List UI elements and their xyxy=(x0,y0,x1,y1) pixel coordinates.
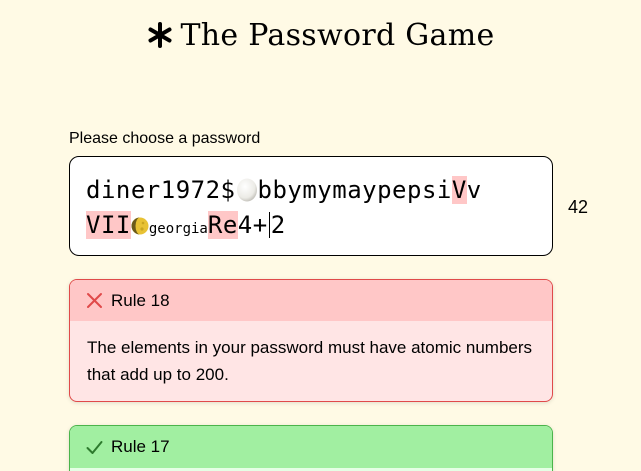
moon-icon xyxy=(131,217,149,235)
password-line-1: diner1972$ bbymymaypepsiVv xyxy=(86,176,482,204)
title-text: The Password Game xyxy=(180,18,495,53)
password-line-2: VII georgiaRe4+ 2 xyxy=(86,211,286,239)
password-text: 4+ xyxy=(237,211,268,239)
x-icon xyxy=(87,293,102,308)
rule-header: Rule 17 xyxy=(70,426,552,468)
password-text: 2 xyxy=(270,211,286,239)
password-text: v xyxy=(466,176,482,204)
page-title: The Password Game xyxy=(0,18,641,53)
rule-description: The elements in your password must have … xyxy=(87,338,533,384)
rule-header: Rule 18 xyxy=(70,280,552,321)
rule-label: Rule 17 xyxy=(111,437,170,456)
password-input[interactable]: diner1972$ bbymymaypepsiVv VII georgiaRe… xyxy=(69,156,553,256)
highlighted-element: VII xyxy=(86,211,131,239)
highlighted-element: V xyxy=(451,176,467,204)
rule-card-18: Rule 18 The elements in your password mu… xyxy=(69,279,553,402)
asterisk-icon xyxy=(148,22,172,48)
password-text: bbymymaypepsi xyxy=(257,176,452,204)
rule-label: Rule 18 xyxy=(111,290,170,310)
text-caret xyxy=(268,212,270,238)
character-count: 42 xyxy=(568,197,589,217)
rule-card-17: Rule 17 xyxy=(69,425,553,471)
check-icon xyxy=(86,440,103,454)
highlighted-element: Re xyxy=(207,211,238,239)
egg-icon xyxy=(236,178,257,202)
password-prompt: Please choose a password xyxy=(69,130,261,147)
password-text: diner1972$ xyxy=(86,176,236,204)
password-text: georgia xyxy=(148,221,208,237)
